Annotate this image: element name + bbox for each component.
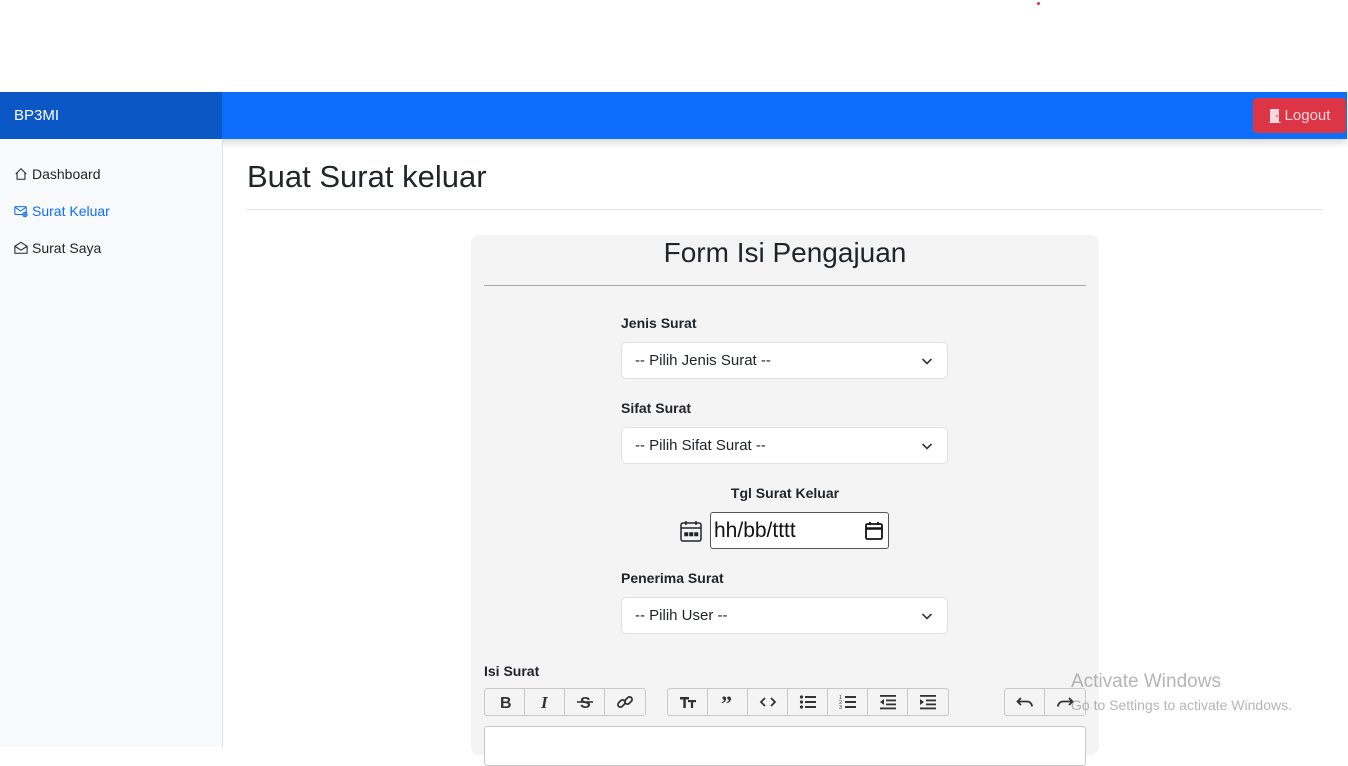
heading-button[interactable] bbox=[668, 689, 708, 715]
windows-watermark-subtitle: Go to Settings to activate Windows. bbox=[1071, 697, 1292, 713]
top-navbar: BP3MI Logout bbox=[0, 92, 1347, 139]
chevron-down-icon bbox=[921, 443, 933, 450]
envelope-gear-icon bbox=[14, 206, 28, 218]
bullet-list-icon bbox=[799, 695, 816, 709]
chevron-down-icon bbox=[921, 358, 933, 365]
envelope-open-icon bbox=[14, 241, 28, 254]
penerima-surat-value: -- Pilih User -- bbox=[635, 607, 728, 624]
undo-icon bbox=[1015, 697, 1033, 707]
bold-icon: B bbox=[500, 695, 512, 710]
door-icon bbox=[1268, 108, 1281, 123]
sidebar-item-label: Surat Saya bbox=[32, 240, 102, 256]
format-toolbar-group: B I S bbox=[484, 688, 646, 716]
bullet-list-button[interactable] bbox=[788, 689, 828, 715]
page-title: Buat Surat keluar bbox=[247, 159, 487, 194]
logout-button[interactable]: Logout bbox=[1253, 98, 1346, 133]
jenis-surat-value: -- Pilih Jenis Surat -- bbox=[635, 352, 771, 369]
sifat-surat-label: Sifat Surat bbox=[621, 400, 692, 416]
form-divider bbox=[484, 285, 1086, 286]
strikethrough-button[interactable]: S bbox=[565, 689, 605, 715]
svg-text:3: 3 bbox=[839, 705, 842, 710]
isi-surat-editor[interactable] bbox=[484, 726, 1086, 766]
indent-button[interactable] bbox=[908, 689, 948, 715]
quote-button[interactable]: ” bbox=[708, 689, 748, 715]
chevron-down-icon bbox=[921, 613, 933, 620]
numbered-list-button[interactable]: 123 bbox=[828, 689, 868, 715]
calendar-icon bbox=[680, 521, 702, 542]
italic-icon: I bbox=[540, 694, 549, 710]
logout-label: Logout bbox=[1284, 107, 1331, 124]
tgl-surat-label: Tgl Surat Keluar bbox=[730, 485, 840, 501]
tgl-surat-date-input[interactable]: hh/bb/tttt bbox=[710, 512, 889, 549]
isi-surat-label: Isi Surat bbox=[484, 663, 540, 679]
windows-watermark-title: Activate Windows bbox=[1071, 671, 1221, 692]
sidebar-item-surat-saya[interactable]: Surat Saya bbox=[14, 238, 101, 258]
undo-button[interactable] bbox=[1005, 689, 1045, 715]
block-toolbar-group: ” 123 bbox=[667, 688, 949, 716]
date-placeholder: hh/bb/tttt bbox=[714, 519, 796, 542]
quote-icon: ” bbox=[721, 694, 732, 710]
italic-button[interactable]: I bbox=[525, 689, 565, 715]
red-dot bbox=[1037, 2, 1040, 5]
heading-icon bbox=[679, 697, 696, 708]
strikethrough-icon: S bbox=[576, 695, 593, 710]
jenis-surat-select[interactable]: -- Pilih Jenis Surat -- bbox=[621, 342, 948, 379]
penerima-surat-select[interactable]: -- Pilih User -- bbox=[621, 597, 948, 634]
sifat-surat-value: -- Pilih Sifat Surat -- bbox=[635, 437, 766, 454]
code-icon bbox=[759, 697, 776, 707]
code-button[interactable] bbox=[748, 689, 788, 715]
sidebar-item-dashboard[interactable]: Dashboard bbox=[14, 164, 101, 184]
svg-text:”: ” bbox=[721, 694, 732, 710]
penerima-surat-label: Penerima Surat bbox=[621, 570, 724, 586]
link-button[interactable] bbox=[605, 689, 645, 715]
sidebar-item-label: Surat Keluar bbox=[32, 203, 110, 219]
jenis-surat-label: Jenis Surat bbox=[621, 315, 697, 331]
svg-text:B: B bbox=[500, 695, 512, 710]
link-icon bbox=[617, 696, 633, 708]
calendar-picker-icon[interactable] bbox=[864, 521, 884, 541]
svg-text:I: I bbox=[540, 694, 549, 710]
bold-button[interactable]: B bbox=[485, 689, 525, 715]
sifat-surat-select[interactable]: -- Pilih Sifat Surat -- bbox=[621, 427, 948, 464]
outdent-icon bbox=[879, 695, 896, 710]
title-divider bbox=[247, 209, 1323, 210]
form-card: Form Isi Pengajuan Jenis Surat -- Pilih … bbox=[471, 235, 1099, 766]
form-title: Form Isi Pengajuan bbox=[663, 237, 907, 268]
outdent-button[interactable] bbox=[868, 689, 908, 715]
sidebar-item-surat-keluar[interactable]: Surat Keluar bbox=[14, 201, 110, 221]
brand-label[interactable]: BP3MI bbox=[0, 92, 222, 139]
numbered-list-icon: 123 bbox=[839, 695, 856, 710]
sidebar-item-label: Dashboard bbox=[32, 166, 101, 182]
top-blank-area bbox=[0, 0, 1348, 92]
sidebar: Dashboard Surat Keluar Surat Saya bbox=[0, 139, 223, 747]
indent-icon bbox=[920, 695, 936, 710]
house-icon bbox=[15, 168, 27, 180]
